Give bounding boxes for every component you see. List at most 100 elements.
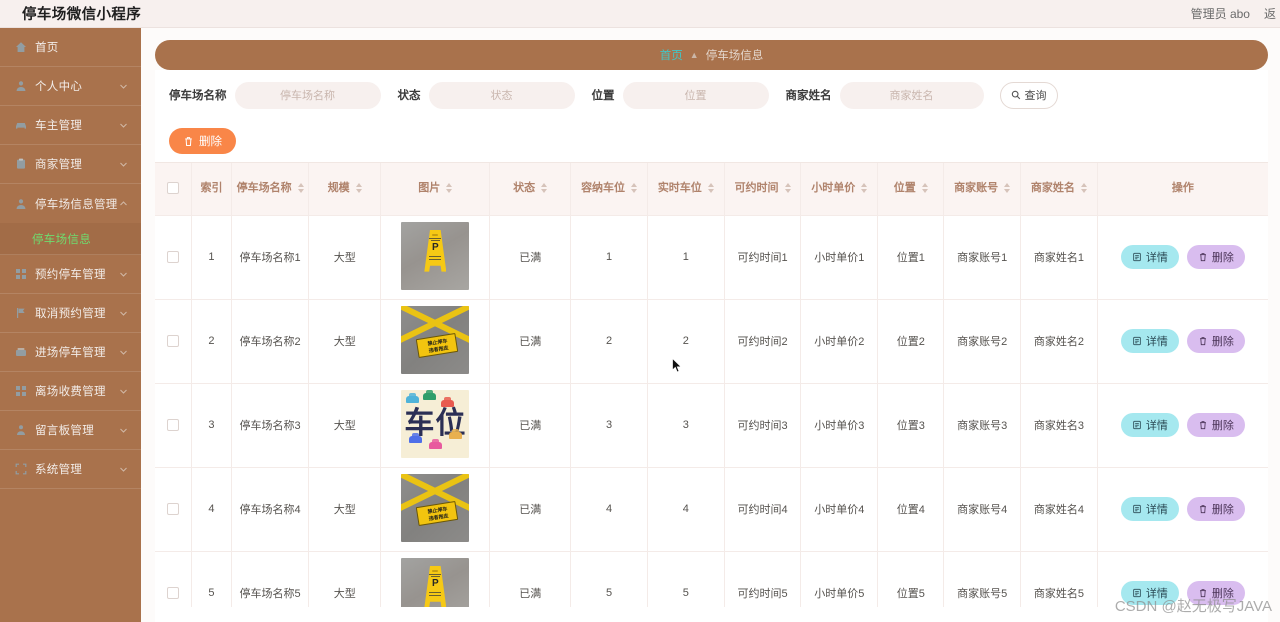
cell-location: 位置2 xyxy=(877,299,945,384)
detail-button[interactable]: 详情 xyxy=(1120,245,1179,269)
cell-image[interactable]: P xyxy=(380,551,491,607)
cell-image[interactable]: 车位 xyxy=(380,383,491,468)
cell-hourly-price: 小时单价4 xyxy=(800,467,879,552)
cell-image[interactable]: 禁止停车 违者拖走 xyxy=(380,467,491,552)
sidebar-item-label: 商家管理 xyxy=(35,159,83,171)
sort-icon[interactable] xyxy=(861,183,868,194)
user-icon xyxy=(14,197,27,210)
cell-scale: 大型 xyxy=(308,299,382,384)
user-icon xyxy=(14,80,27,93)
row-delete-button[interactable]: 删除 xyxy=(1186,413,1245,437)
cell-checkbox[interactable] xyxy=(155,299,192,384)
yellow-lines-photo[interactable]: 禁止停车 违者拖走 xyxy=(401,473,470,542)
table-row[interactable]: 1 停车场名称1 大型 P 已满 1 1 可约时间1 小时单价1 位置1 商家账… xyxy=(155,215,1268,300)
th-label: 可约时间 xyxy=(734,182,779,195)
sort-icon[interactable] xyxy=(784,183,791,194)
cell-checkbox[interactable] xyxy=(155,215,192,300)
sort-icon[interactable] xyxy=(541,183,548,194)
sort-icon[interactable] xyxy=(707,183,714,194)
th-available-time[interactable]: 可约时间 xyxy=(724,163,802,216)
cell-available-time: 可约时间4 xyxy=(724,467,802,552)
cell-hourly-price: 小时单价1 xyxy=(800,215,879,300)
sidebar-item-parking-info-management[interactable]: 停车场信息管理 xyxy=(0,184,141,223)
cell-parking-name: 停车场名称2 xyxy=(231,299,309,384)
cheweis-illustration[interactable]: 车位 xyxy=(401,389,470,458)
sidebar-item-label: 系统管理 xyxy=(35,464,83,476)
bulk-delete-button[interactable]: 删除 xyxy=(169,128,236,154)
sidebar-item-merchant-management[interactable]: 商家管理 xyxy=(0,145,141,184)
cell-checkbox[interactable] xyxy=(155,467,192,552)
detail-button[interactable]: 详情 xyxy=(1120,329,1179,353)
th-merchant-account[interactable]: 商家账号 xyxy=(943,163,1022,216)
inbox-icon xyxy=(14,346,27,359)
cell-parking-name: 停车场名称4 xyxy=(231,467,309,552)
parking-sign-photo[interactable]: P xyxy=(401,221,470,290)
th-scale[interactable]: 规模 xyxy=(308,163,382,216)
row-checkbox[interactable] xyxy=(166,503,179,516)
th-parking-name[interactable]: 停车场名称 xyxy=(231,163,309,216)
detail-button[interactable]: 详情 xyxy=(1120,413,1179,437)
sort-icon[interactable] xyxy=(1080,183,1087,194)
sort-icon[interactable] xyxy=(297,183,304,194)
trash-icon xyxy=(1198,504,1208,514)
sidebar-item-entry-parking-management[interactable]: 进场停车管理 xyxy=(0,333,141,372)
sidebar-item-message-board-management[interactable]: 留言板管理 xyxy=(0,411,141,450)
th-location[interactable]: 位置 xyxy=(877,163,945,216)
sort-icon[interactable] xyxy=(1004,183,1011,194)
sort-icon[interactable] xyxy=(446,183,453,194)
cell-checkbox[interactable] xyxy=(155,383,192,468)
th-capacity[interactable]: 容纳车位 xyxy=(570,163,648,216)
cell-image[interactable]: P xyxy=(380,215,491,300)
row-checkbox[interactable] xyxy=(166,335,179,348)
th-realtime[interactable]: 实时车位 xyxy=(647,163,725,216)
filter-input-name[interactable]: 停车场名称 xyxy=(234,81,381,109)
breadcrumb-home-link[interactable]: 首页 xyxy=(660,47,683,63)
sidebar-subitem-parking-info[interactable]: 停车场信息 xyxy=(0,223,141,255)
filter-input-merchant-name[interactable]: 商家姓名 xyxy=(839,81,984,109)
app-root: 停车场微信小程序 管理员 abo 返 首页 个人中心 车主管理 商家管理 停车场… xyxy=(0,0,1280,622)
sidebar-item-cancel-reservation-management[interactable]: 取消预约管理 xyxy=(0,294,141,333)
filter-label-location: 位置 xyxy=(591,90,615,102)
select-all-checkbox[interactable] xyxy=(166,182,179,195)
yellow-lines-photo[interactable]: 禁止停车 违者拖走 xyxy=(401,305,470,374)
sidebar-item-label: 进场停车管理 xyxy=(35,347,106,359)
sidebar-item-system-management[interactable]: 系统管理 xyxy=(0,450,141,489)
search-button[interactable]: 查询 xyxy=(999,81,1058,109)
th-merchant-name[interactable]: 商家姓名 xyxy=(1020,163,1098,216)
search-button-label: 查询 xyxy=(1024,90,1047,102)
sidebar-item-profile[interactable]: 个人中心 xyxy=(0,67,141,106)
sidebar-item-owner-management[interactable]: 车主管理 xyxy=(0,106,141,145)
row-delete-button[interactable]: 删除 xyxy=(1186,329,1245,353)
detail-button-label: 详情 xyxy=(1145,504,1168,516)
table-row[interactable]: 4 停车场名称4 大型 禁止停车 违者拖走 已满 4 4 可约时间4 小时单价4… xyxy=(155,467,1268,552)
sort-icon[interactable] xyxy=(921,183,928,194)
row-checkbox[interactable] xyxy=(166,419,179,432)
th-select-all[interactable] xyxy=(155,163,192,216)
filter-input-location[interactable]: 位置 xyxy=(622,81,769,109)
row-checkbox[interactable] xyxy=(166,587,179,600)
breadcrumb-separator-icon: ▲ xyxy=(689,50,699,60)
sort-icon[interactable] xyxy=(355,183,362,194)
table-row[interactable]: 3 停车场名称3 大型 车位 已满 3 3 可约时间3 小时单价3 位置3 商家… xyxy=(155,383,1268,468)
row-delete-button[interactable]: 删除 xyxy=(1186,245,1245,269)
row-checkbox[interactable] xyxy=(166,251,179,264)
cell-image[interactable]: 禁止停车 违者拖走 xyxy=(380,299,491,384)
sidebar-item-exit-fee-management[interactable]: 离场收费管理 xyxy=(0,372,141,411)
sidebar-item-reservation-management[interactable]: 预约停车管理 xyxy=(0,255,141,294)
sidebar-item-home[interactable]: 首页 xyxy=(0,28,141,67)
parking-sign-photo[interactable]: P xyxy=(401,557,470,607)
cell-checkbox[interactable] xyxy=(155,551,192,607)
logout-link[interactable]: 返 xyxy=(1264,5,1276,22)
table-body: 1 停车场名称1 大型 P 已满 1 1 可约时间1 小时单价1 位置1 商家账… xyxy=(155,215,1268,607)
th-image[interactable]: 图片 xyxy=(380,163,491,216)
data-table-container[interactable]: 索引 停车场名称 规模 图片 状态 容纳车位 实时车位 可约时间 小时单价 位置… xyxy=(155,162,1268,607)
row-delete-button[interactable]: 删除 xyxy=(1186,497,1245,521)
table-row[interactable]: 2 停车场名称2 大型 禁止停车 违者拖走 已满 2 2 可约时间2 小时单价2… xyxy=(155,299,1268,384)
table-row[interactable]: 5 停车场名称5 大型 P 已满 5 5 可约时间5 小时单价5 位置5 商家账… xyxy=(155,551,1268,607)
th-label: 商家姓名 xyxy=(1030,182,1075,195)
th-hourly-price[interactable]: 小时单价 xyxy=(800,163,879,216)
sort-icon[interactable] xyxy=(631,183,638,194)
th-status[interactable]: 状态 xyxy=(489,163,572,216)
filter-input-status[interactable]: 状态 xyxy=(428,81,575,109)
detail-button[interactable]: 详情 xyxy=(1120,497,1179,521)
